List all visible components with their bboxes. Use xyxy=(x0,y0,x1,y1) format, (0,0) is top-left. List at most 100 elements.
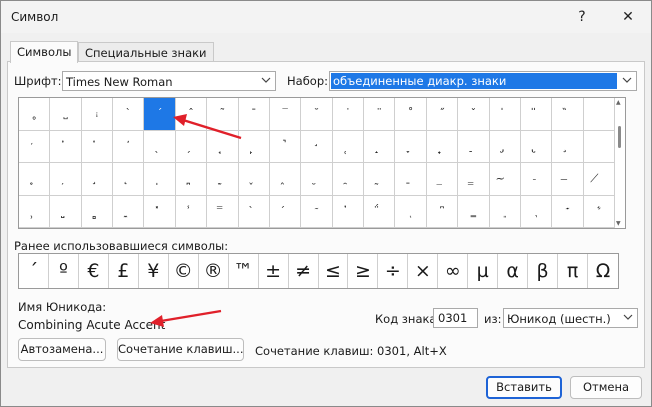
recent-symbol-cell[interactable]: ® xyxy=(199,254,229,288)
symbol-cell[interactable]: ˇ xyxy=(458,98,490,131)
help-button[interactable]: ? xyxy=(567,4,597,30)
symbol-cell[interactable]: ͋ xyxy=(583,195,615,228)
symbol-cell[interactable]: ˽ xyxy=(50,98,82,131)
symbol-cell[interactable]: ̓ xyxy=(50,130,82,163)
vertical-scrollbar[interactable]: ▲ ▼ xyxy=(615,98,625,228)
symbol-cell[interactable]: ̸ xyxy=(583,163,615,196)
symbol-cell[interactable]: ̿ xyxy=(207,195,239,228)
symbol-cell[interactable] xyxy=(583,98,615,131)
symbol-cell[interactable]: ˜ xyxy=(207,98,239,131)
recent-symbol-cell[interactable]: ™ xyxy=(229,254,259,288)
symbol-cell[interactable]: ̳ xyxy=(458,163,490,196)
recent-symbol-cell[interactable]: Ω xyxy=(588,254,618,288)
symbol-cell[interactable]: ¯ xyxy=(238,98,270,131)
recent-symbol-cell[interactable]: π xyxy=(558,254,589,288)
symbol-cell[interactable]: ̒ xyxy=(19,130,51,163)
symbol-cell[interactable]: ̟ xyxy=(426,130,459,163)
symbol-cell[interactable]: ͈ xyxy=(489,195,521,228)
symbol-cell[interactable]: ̖ xyxy=(144,130,176,163)
symbol-cell[interactable]: ̯ xyxy=(332,163,365,196)
subset-select[interactable]: объединенные диакр. знаки xyxy=(329,71,637,91)
symbol-cell[interactable]: ̲ xyxy=(426,163,459,196)
symbol-cell[interactable]: ̘ xyxy=(207,130,239,163)
symbol-cell[interactable]: ̝ xyxy=(364,130,396,163)
symbol-cell[interactable]: ̓ xyxy=(332,195,365,228)
recent-symbol-cell[interactable]: µ xyxy=(468,254,499,288)
recent-symbol-cell[interactable]: β xyxy=(528,254,559,288)
symbol-cell[interactable]: ̾ xyxy=(175,195,208,228)
recent-symbol-cell[interactable]: ¥ xyxy=(139,254,169,288)
symbol-cell[interactable]: ̵ xyxy=(520,163,553,196)
recent-symbols[interactable]: ´ º € £ ¥ © ® ™ ± ≠ ≤ ≥ ÷ × ∞ µ α β π Ω xyxy=(18,253,619,289)
symbol-cell[interactable]: ͊ xyxy=(552,195,584,228)
symbol-cell[interactable]: ˝ xyxy=(426,98,459,131)
recent-symbol-cell[interactable]: ≤ xyxy=(319,254,349,288)
autocorrect-button[interactable]: Автозамена... xyxy=(18,338,106,361)
symbol-cell[interactable]: ̶ xyxy=(552,163,584,196)
symbol-cell[interactable]: ‾ xyxy=(269,98,302,131)
symbol-cell[interactable]: ̙ xyxy=(238,130,270,163)
symbol-cell[interactable]: ̕ xyxy=(113,130,145,163)
symbol-cell[interactable]: ͇ xyxy=(458,195,490,228)
symbol-cell[interactable]: ̩ xyxy=(144,163,176,196)
tab-symbols[interactable]: Символы xyxy=(10,41,79,63)
symbol-cell[interactable]: ̗ xyxy=(175,130,208,163)
recent-symbol-cell[interactable]: º xyxy=(49,254,79,288)
symbol-cell[interactable]: ̀ xyxy=(238,195,270,228)
symbol-cell[interactable]: ̢ xyxy=(520,130,553,163)
symbol-cell[interactable]: ̻ xyxy=(81,195,114,228)
recent-symbol-cell[interactable]: ≥ xyxy=(348,254,379,288)
recent-symbol-cell[interactable]: ´ xyxy=(19,254,49,288)
symbol-cell[interactable]: ˘ xyxy=(301,98,333,131)
symbol-cell[interactable]: ̪ xyxy=(175,163,208,196)
symbol-grid[interactable]: ˳˽ꜟˋˊˆ˜¯‾˘˙¨˚˝ˇ̡̢̧̧̨̛̖̗̘̙̜̝̞̟̠̥̦̍̎̏̒̓̔̕̚… xyxy=(19,98,615,228)
symbol-cell[interactable]: ˳ xyxy=(19,98,51,131)
symbol-cell[interactable]: ̜ xyxy=(332,130,365,163)
symbol-cell[interactable]: ̹ xyxy=(19,195,51,228)
symbol-cell[interactable]: ̬ xyxy=(238,163,270,196)
recent-symbol-cell[interactable]: ≠ xyxy=(289,254,319,288)
recent-symbol-cell[interactable]: ÷ xyxy=(378,254,409,288)
symbol-cell[interactable]: ͅ xyxy=(395,195,427,228)
font-select[interactable]: Times New Roman xyxy=(62,71,276,91)
symbol-cell[interactable]: ̱ xyxy=(395,163,427,196)
insert-button[interactable]: Вставить xyxy=(486,376,562,399)
symbol-cell[interactable]: ˋ xyxy=(113,98,145,131)
symbol-cell[interactable] xyxy=(583,130,615,163)
symbol-cell[interactable]: ̽ xyxy=(144,195,176,228)
symbol-cell[interactable]: ꜟ xyxy=(81,98,114,131)
char-code-input[interactable]: 0301 xyxy=(433,308,478,328)
recent-symbol-cell[interactable]: ∞ xyxy=(438,254,469,288)
symbol-cell[interactable]: ̫ xyxy=(207,163,239,196)
symbol-cell[interactable]: ̴ xyxy=(489,163,521,196)
cancel-button[interactable]: Отмена xyxy=(570,376,642,399)
symbol-cell[interactable]: ̚ xyxy=(269,130,302,163)
symbol-cell[interactable]: ͆ xyxy=(426,195,459,228)
symbol-cell[interactable]: ̔ xyxy=(81,130,114,163)
symbol-cell[interactable]: ̭ xyxy=(269,163,302,196)
close-button[interactable]: ✕ xyxy=(613,4,643,30)
symbol-cell[interactable]: ̦ xyxy=(50,163,82,196)
recent-symbol-cell[interactable]: × xyxy=(408,254,439,288)
symbol-cell[interactable]: ͉ xyxy=(520,195,553,228)
symbol-cell[interactable]: ̡ xyxy=(489,130,521,163)
recent-symbol-cell[interactable]: € xyxy=(79,254,109,288)
scroll-up-icon[interactable]: ▲ xyxy=(616,99,621,106)
symbol-cell[interactable]: ́ xyxy=(269,195,302,228)
symbol-cell[interactable]: ˙ xyxy=(332,98,365,131)
symbol-cell[interactable]: ˚ xyxy=(395,98,427,131)
symbol-cell[interactable]: ̺ xyxy=(50,195,82,228)
from-select[interactable]: Юникод (шестн.) xyxy=(503,308,638,328)
symbol-cell[interactable]: ̛ xyxy=(301,130,333,163)
symbol-cell[interactable]: ̧ xyxy=(552,130,584,163)
recent-symbol-cell[interactable]: £ xyxy=(109,254,139,288)
symbol-cell[interactable]: ̮ xyxy=(301,163,333,196)
symbol-cell[interactable]: ͂ xyxy=(301,195,333,228)
scroll-down-icon[interactable]: ▼ xyxy=(616,220,621,227)
symbol-cell[interactable]: ̏ xyxy=(552,98,584,131)
symbol-cell[interactable]: ˆ xyxy=(175,98,208,131)
symbol-cell[interactable]: ̼ xyxy=(113,195,145,228)
recent-symbol-cell[interactable]: ± xyxy=(259,254,289,288)
recent-symbol-cell[interactable]: α xyxy=(498,254,529,288)
symbol-cell[interactable]: ̎ xyxy=(520,98,553,131)
